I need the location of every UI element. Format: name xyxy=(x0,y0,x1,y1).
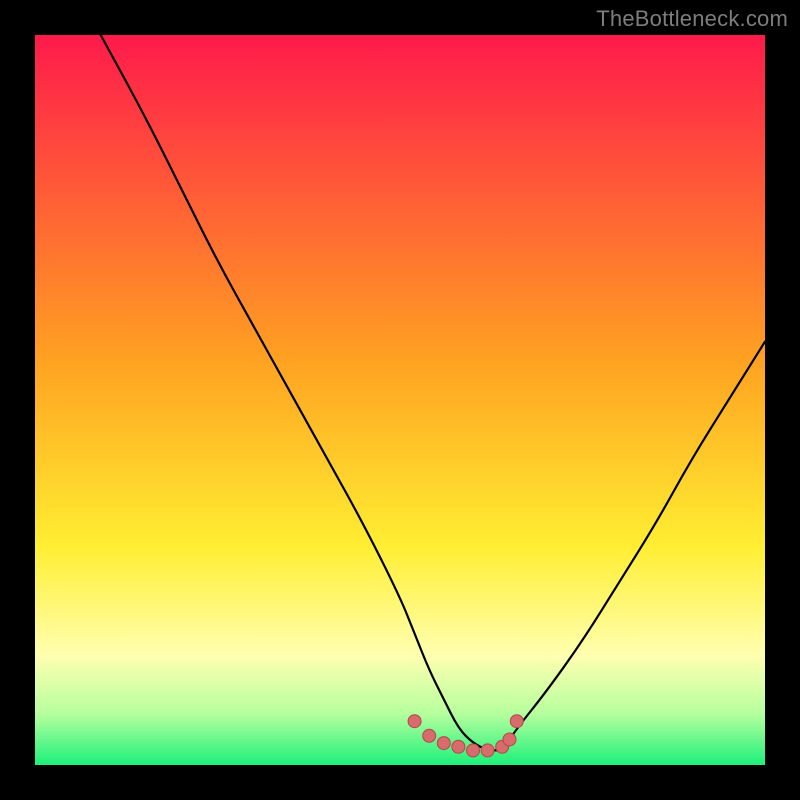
watermark-text: TheBottleneck.com xyxy=(596,6,788,32)
optimal-marker xyxy=(423,729,436,742)
plot-area xyxy=(35,35,765,765)
optimal-marker xyxy=(408,715,421,728)
optimal-marker xyxy=(481,744,494,757)
optimal-marker xyxy=(503,733,516,746)
optimal-marker xyxy=(452,740,465,753)
bottleneck-curve-layer xyxy=(35,35,765,765)
chart-frame: TheBottleneck.com xyxy=(0,0,800,800)
bottleneck-curve xyxy=(101,35,765,750)
optimal-marker xyxy=(467,744,480,757)
optimal-marker xyxy=(437,737,450,750)
optimal-marker xyxy=(510,715,523,728)
